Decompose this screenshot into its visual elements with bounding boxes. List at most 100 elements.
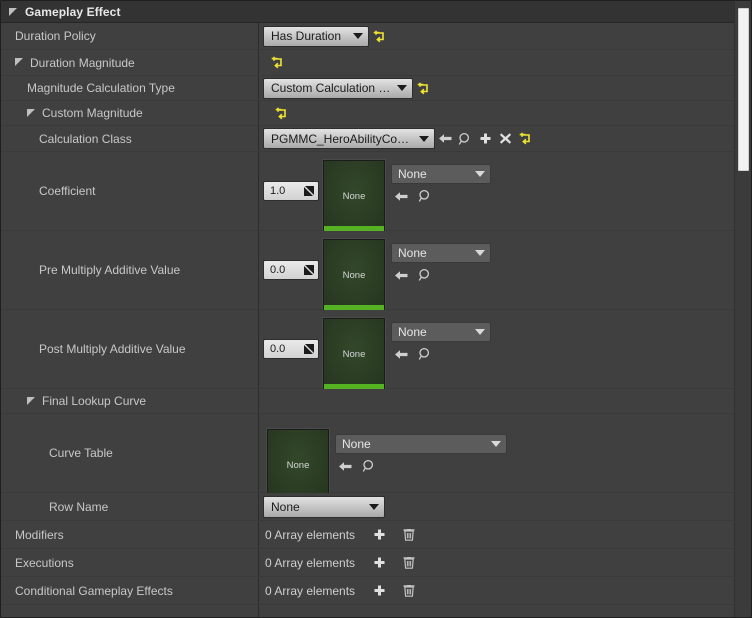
row-name-dropdown[interactable]: None xyxy=(263,495,385,518)
curve-table-asset-dropdown[interactable]: None xyxy=(335,434,507,454)
property-name-cell: Magnitude Calculation Type xyxy=(1,76,259,100)
back-arrow-icon[interactable] xyxy=(435,129,455,149)
drag-spinner-icon[interactable] xyxy=(304,344,314,354)
browse-magnifier-icon[interactable] xyxy=(415,186,435,206)
expand-triangle-icon[interactable] xyxy=(15,58,24,67)
post-multiply-value: 0.0 xyxy=(270,343,286,355)
property-label: Custom Magnitude xyxy=(42,106,143,120)
property-name-cell: Duration Magnitude xyxy=(1,50,259,75)
reset-to-default-icon[interactable] xyxy=(515,129,535,149)
property-label: Duration Magnitude xyxy=(30,55,135,70)
drag-spinner-icon[interactable] xyxy=(304,186,314,196)
duration-policy-dropdown[interactable]: Has Duration xyxy=(263,25,369,47)
property-value-cell: PGMMC_HeroAbilityCooldown xyxy=(259,126,751,151)
add-element-plus-icon[interactable] xyxy=(369,581,389,601)
coefficient-curve-thumbnail[interactable]: None xyxy=(323,160,385,232)
property-name-cell: Coefficient xyxy=(1,152,259,230)
property-label: Magnitude Calculation Type xyxy=(27,81,175,95)
property-label: Final Lookup Curve xyxy=(42,394,147,408)
trash-icon[interactable] xyxy=(399,553,419,573)
post-multiply-asset-value: None xyxy=(398,325,427,339)
property-name-cell: Final Lookup Curve xyxy=(1,389,259,413)
property-label: Post Multiply Additive Value xyxy=(39,342,186,356)
pre-multiply-asset-dropdown[interactable]: None xyxy=(391,243,491,263)
property-label: Pre Multiply Additive Value xyxy=(39,263,181,277)
reset-to-default-icon[interactable] xyxy=(369,26,389,46)
property-label: Conditional Gameplay Effects xyxy=(15,583,173,598)
chevron-down-icon xyxy=(369,503,379,510)
property-value-cell: 0.0 None None xyxy=(259,231,751,311)
section-header-gameplay-effect[interactable]: Gameplay Effect xyxy=(1,1,751,23)
pre-multiply-asset-value: None xyxy=(398,246,427,260)
expand-triangle-icon[interactable] xyxy=(27,396,36,406)
property-value-cell: None xyxy=(259,493,751,520)
vertical-scrollbar[interactable] xyxy=(734,1,751,617)
post-multiply-number-input[interactable]: 0.0 xyxy=(263,339,319,359)
property-name-cell: Executions xyxy=(1,549,259,576)
back-arrow-icon[interactable] xyxy=(391,265,411,285)
expand-triangle-icon[interactable] xyxy=(9,7,18,17)
back-arrow-icon[interactable] xyxy=(391,186,411,206)
browse-magnifier-icon[interactable] xyxy=(415,344,435,364)
property-row-executions: Executions 0 Array elements xyxy=(1,549,751,577)
add-element-plus-icon[interactable] xyxy=(369,525,389,545)
vertical-scrollbar-thumb[interactable] xyxy=(738,8,749,171)
pre-multiply-number-input[interactable]: 0.0 xyxy=(263,260,319,280)
property-value-cell xyxy=(259,101,751,125)
drag-spinner-icon[interactable] xyxy=(304,265,314,275)
filler-value-cell xyxy=(259,605,751,617)
property-row-curve-table: Curve Table None None xyxy=(1,414,751,501)
reset-to-default-icon[interactable] xyxy=(413,78,433,98)
page-title: Gameplay Effect xyxy=(25,4,121,19)
property-value-cell: 0 Array elements xyxy=(259,549,751,576)
magnitude-calculation-type-dropdown[interactable]: Custom Calculation Class xyxy=(263,77,413,99)
curve-table-asset-value: None xyxy=(342,437,371,451)
property-name-cell: Calculation Class xyxy=(1,126,259,151)
property-rows-filler xyxy=(1,605,751,617)
calculation-class-dropdown[interactable]: PGMMC_HeroAbilityCooldown xyxy=(263,128,435,149)
post-multiply-asset-dropdown[interactable]: None xyxy=(391,322,491,342)
reset-to-default-icon[interactable] xyxy=(271,103,291,123)
property-name-cell: Curve Table xyxy=(1,414,259,492)
chevron-down-icon xyxy=(491,441,501,447)
property-row-pre-multiply-additive-value: Pre Multiply Additive Value 0.0 None Non… xyxy=(1,231,751,311)
curve-table-thumbnail[interactable]: None xyxy=(267,429,329,501)
property-label: Calculation Class xyxy=(39,131,132,146)
browse-magnifier-icon[interactable] xyxy=(359,456,379,476)
property-value-cell: 0 Array elements xyxy=(259,521,751,548)
chevron-down-icon xyxy=(475,329,485,335)
property-value-cell xyxy=(259,389,751,413)
browse-magnifier-icon[interactable] xyxy=(415,265,435,285)
expand-triangle-icon[interactable] xyxy=(27,108,36,118)
thumbnail-label: None xyxy=(342,348,366,360)
pre-multiply-curve-thumbnail[interactable]: None xyxy=(323,239,385,311)
property-row-post-multiply-additive-value: Post Multiply Additive Value 0.0 None No… xyxy=(1,310,751,390)
thumbnail-label: None xyxy=(342,190,366,202)
property-name-cell: Pre Multiply Additive Value xyxy=(1,231,259,309)
coefficient-asset-dropdown[interactable]: None xyxy=(391,164,491,184)
property-label: Duration Policy xyxy=(15,29,96,43)
browse-magnifier-icon[interactable] xyxy=(455,129,475,149)
property-row-coefficient: Coefficient 1.0 None None xyxy=(1,152,751,232)
trash-icon[interactable] xyxy=(399,525,419,545)
plus-icon[interactable] xyxy=(475,129,495,149)
property-row-magnitude-calculation-type: Magnitude Calculation Type Custom Calcul… xyxy=(1,76,751,101)
post-multiply-curve-thumbnail[interactable]: None xyxy=(323,318,385,390)
property-name-cell: Custom Magnitude xyxy=(1,101,259,125)
property-label: Modifiers xyxy=(15,527,64,542)
trash-icon[interactable] xyxy=(399,581,419,601)
property-label: Executions xyxy=(15,555,74,570)
property-name-cell: Duration Policy xyxy=(1,23,259,49)
property-value-cell: 1.0 None None xyxy=(259,152,751,232)
add-element-plus-icon[interactable] xyxy=(369,553,389,573)
property-value-cell xyxy=(259,50,751,75)
coefficient-asset-value: None xyxy=(398,167,427,181)
back-arrow-icon[interactable] xyxy=(391,344,411,364)
property-row-custom-magnitude: Custom Magnitude xyxy=(1,101,751,126)
property-name-cell: Modifiers xyxy=(1,521,259,548)
coefficient-number-input[interactable]: 1.0 xyxy=(263,181,319,201)
back-arrow-icon[interactable] xyxy=(335,456,355,476)
reset-to-default-icon[interactable] xyxy=(267,53,287,73)
property-row-modifiers: Modifiers 0 Array elements xyxy=(1,521,751,549)
clear-x-icon[interactable] xyxy=(495,129,515,149)
